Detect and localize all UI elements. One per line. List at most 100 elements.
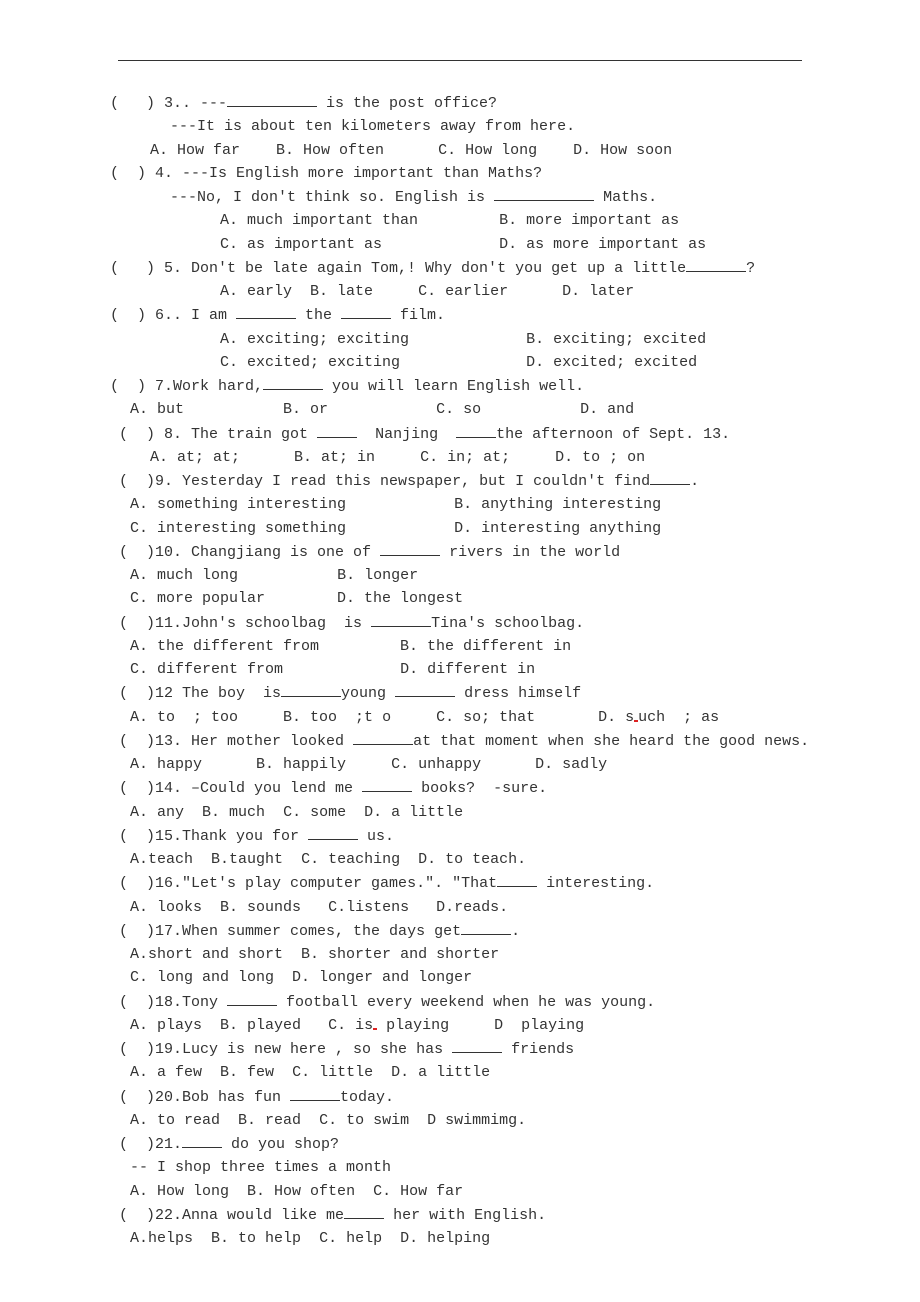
blank [686, 256, 746, 272]
q8-num: ( ) 8. The train got [110, 426, 317, 443]
q9-cd: C. interesting something D. interesting … [110, 517, 810, 540]
q13-c: C. unhappy [391, 756, 481, 773]
q20-num: ( )20.Bob has fun [110, 1089, 290, 1106]
q15-a: A.teach [130, 851, 193, 868]
q21-b: B. How often [247, 1183, 355, 1200]
q4-stem: ( ) 4. ---Is English more important than… [110, 162, 810, 185]
q4-l2a: ---No, I don't think so. English is [170, 189, 494, 206]
q3-options: A. How far B. How often C. How long D. H… [110, 139, 810, 162]
q8-stem: ( ) 8. The train got Nanjing the afterno… [110, 422, 810, 446]
q8-b: B. at; in [294, 449, 375, 466]
q8-d: D. to ; on [555, 449, 645, 466]
page-top-rule [118, 60, 802, 61]
q9-a: A. something interesting [130, 496, 346, 513]
blank [341, 303, 391, 319]
q14-c: C. some [283, 804, 346, 821]
blank [182, 1132, 222, 1148]
q11-ab: A. the different from B. the different i… [110, 635, 810, 658]
q10-b: B. longer [337, 567, 418, 584]
q4-d: D. as more important as [499, 236, 706, 253]
q16-b: B. sounds [220, 899, 301, 916]
q12-tail: dress himself [455, 685, 581, 702]
q12-stem: ( )12 The boy isyoung dress himself [110, 681, 810, 705]
q17-stem: ( )17.When summer comes, the days get. [110, 919, 810, 943]
q14-stem: ( )14. –Could you lend me books? -sure. [110, 776, 810, 800]
q12-d2: uch ; as [638, 709, 719, 726]
q17-tail: . [511, 923, 520, 940]
q14-options: A. any B. much C. some D. a little [110, 801, 810, 824]
q7-b: B. or [283, 401, 328, 418]
q10-stem: ( )10. Changjiang is one of rivers in th… [110, 540, 810, 564]
q22-d: D. helping [400, 1230, 490, 1247]
q12-mid: young [341, 685, 395, 702]
q22-num: ( )22.Anna would like me [110, 1207, 344, 1224]
q6-c: C. excited; exciting [220, 354, 400, 371]
blank [227, 91, 317, 107]
q9-d: D. interesting anything [454, 520, 661, 537]
q12-b: B. too ;t o [283, 709, 391, 726]
q9-tail: . [690, 473, 699, 490]
q17-b: B. shorter and shorter [301, 946, 499, 963]
q10-ab: A. much long B. longer [110, 564, 810, 587]
q16-c: C.listens [328, 899, 409, 916]
q16-d: D.reads. [436, 899, 508, 916]
q18-tail: football every weekend when he was young… [277, 994, 655, 1011]
q8-a: A. at; at; [150, 449, 240, 466]
q5-num: ( ) 5. Don't be late again Tom,! Why don… [110, 260, 686, 277]
q8-tail: the afternoon of Sept. 13. [496, 426, 730, 443]
q15-b: B.taught [211, 851, 283, 868]
q18-options: A. plays B. played C. is playing D playi… [110, 1014, 810, 1037]
q8-mid: Nanjing [357, 426, 456, 443]
q5-stem: ( ) 5. Don't be late again Tom,! Why don… [110, 256, 810, 280]
q11-stem: ( )11.John's schoolbag is Tina's schoolb… [110, 611, 810, 635]
q16-options: A. looks B. sounds C.listens D.reads. [110, 896, 810, 919]
q6-b: B. exciting; excited [526, 331, 706, 348]
blank [353, 729, 413, 745]
q20-b: B. read [238, 1112, 301, 1129]
q12-options: A. to ; too B. too ;t o C. so; that D. s… [110, 706, 810, 729]
q17-ab: A.short and short B. shorter and shorter [110, 943, 810, 966]
q11-b: B. the different in [400, 638, 571, 655]
q14-d: D. a little [364, 804, 463, 821]
q13-options: A. happy B. happily C. unhappy D. sadly [110, 753, 810, 776]
q9-stem: ( )9. Yesterday I read this newspaper, b… [110, 469, 810, 493]
q18-c: C. is [328, 1017, 373, 1034]
q16-a: A. looks [130, 899, 202, 916]
q12-d: D. s [598, 709, 634, 726]
q15-stem: ( )15.Thank you for us. [110, 824, 810, 848]
q21-tail: do you shop? [222, 1136, 339, 1153]
q21-a: A. How long [130, 1183, 229, 1200]
q5-tail: ? [746, 260, 755, 277]
q6-mid: the [296, 307, 341, 324]
blank [494, 185, 594, 201]
q7-num: ( ) 7.Work hard, [110, 378, 263, 395]
q13-b: B. happily [256, 756, 346, 773]
q8-c: C. in; at; [420, 449, 510, 466]
blank [263, 374, 323, 390]
q7-a: A. but [130, 401, 184, 418]
blank [236, 303, 296, 319]
q14-num: ( )14. –Could you lend me [110, 780, 362, 797]
q20-tail: today. [340, 1089, 394, 1106]
q7-stem: ( ) 7.Work hard, you will learn English … [110, 374, 810, 398]
q16-num: ( )16."Let's play computer games.". "Tha… [110, 875, 497, 892]
q4-ab: A. much important than B. more important… [110, 209, 810, 232]
q7-c: C. so [436, 401, 481, 418]
q4-c: C. as important as [220, 236, 382, 253]
q22-b: B. to help [211, 1230, 301, 1247]
blank [317, 422, 357, 438]
blank [380, 540, 440, 556]
q3-num: ( ) 3.. --- [110, 95, 227, 112]
q20-options: A. to read B. read C. to swim D swimmimg… [110, 1109, 810, 1132]
q9-c: C. interesting something [130, 520, 346, 537]
q5-b: B. late [310, 283, 373, 300]
q10-c: C. more popular [130, 590, 265, 607]
q10-d: D. the longest [337, 590, 463, 607]
q20-c: C. to swim [319, 1112, 409, 1129]
q14-a: A. any [130, 804, 184, 821]
q11-a: A. the different from [130, 638, 319, 655]
q5-c: C. earlier [418, 283, 508, 300]
q19-options: A. a few B. few C. little D. a little [110, 1061, 810, 1084]
q3-d: D. How soon [573, 142, 672, 159]
q19-c: C. little [292, 1064, 373, 1081]
